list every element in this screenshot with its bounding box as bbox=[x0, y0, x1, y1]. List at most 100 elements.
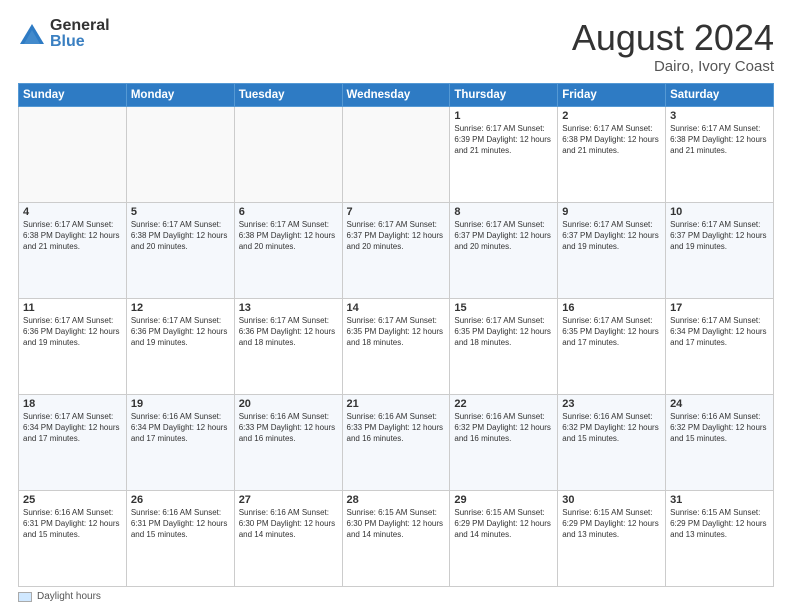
calendar-week-row: 4Sunrise: 6:17 AM Sunset: 6:38 PM Daylig… bbox=[19, 202, 774, 298]
day-number: 31 bbox=[670, 494, 769, 506]
calendar-table: SundayMondayTuesdayWednesdayThursdayFrid… bbox=[18, 83, 774, 587]
day-info: Sunrise: 6:17 AM Sunset: 6:37 PM Dayligh… bbox=[670, 219, 769, 253]
day-number: 13 bbox=[239, 302, 338, 314]
calendar-day-header: Wednesday bbox=[342, 83, 450, 106]
day-number: 15 bbox=[454, 302, 553, 314]
day-number: 30 bbox=[562, 494, 661, 506]
day-number: 18 bbox=[23, 398, 122, 410]
calendar-cell: 26Sunrise: 6:16 AM Sunset: 6:31 PM Dayli… bbox=[126, 490, 234, 586]
calendar-cell: 27Sunrise: 6:16 AM Sunset: 6:30 PM Dayli… bbox=[234, 490, 342, 586]
day-number: 28 bbox=[347, 494, 446, 506]
calendar-cell: 29Sunrise: 6:15 AM Sunset: 6:29 PM Dayli… bbox=[450, 490, 558, 586]
day-info: Sunrise: 6:17 AM Sunset: 6:35 PM Dayligh… bbox=[562, 315, 661, 349]
calendar-cell: 3Sunrise: 6:17 AM Sunset: 6:38 PM Daylig… bbox=[666, 106, 774, 202]
day-info: Sunrise: 6:17 AM Sunset: 6:36 PM Dayligh… bbox=[23, 315, 122, 349]
day-number: 9 bbox=[562, 206, 661, 218]
calendar-cell: 31Sunrise: 6:15 AM Sunset: 6:29 PM Dayli… bbox=[666, 490, 774, 586]
calendar-day-header: Friday bbox=[558, 83, 666, 106]
day-number: 23 bbox=[562, 398, 661, 410]
calendar-day-header: Thursday bbox=[450, 83, 558, 106]
day-info: Sunrise: 6:15 AM Sunset: 6:29 PM Dayligh… bbox=[562, 507, 661, 541]
calendar-cell: 8Sunrise: 6:17 AM Sunset: 6:37 PM Daylig… bbox=[450, 202, 558, 298]
header: General Blue August 2024 Dairo, Ivory Co… bbox=[18, 18, 774, 75]
day-number: 16 bbox=[562, 302, 661, 314]
day-number: 5 bbox=[131, 206, 230, 218]
day-info: Sunrise: 6:17 AM Sunset: 6:38 PM Dayligh… bbox=[670, 123, 769, 157]
day-info: Sunrise: 6:16 AM Sunset: 6:31 PM Dayligh… bbox=[23, 507, 122, 541]
day-number: 14 bbox=[347, 302, 446, 314]
calendar-cell: 21Sunrise: 6:16 AM Sunset: 6:33 PM Dayli… bbox=[342, 394, 450, 490]
day-info: Sunrise: 6:16 AM Sunset: 6:32 PM Dayligh… bbox=[670, 411, 769, 445]
calendar-week-row: 25Sunrise: 6:16 AM Sunset: 6:31 PM Dayli… bbox=[19, 490, 774, 586]
calendar-week-row: 18Sunrise: 6:17 AM Sunset: 6:34 PM Dayli… bbox=[19, 394, 774, 490]
calendar-day-header: Tuesday bbox=[234, 83, 342, 106]
day-number: 26 bbox=[131, 494, 230, 506]
calendar-day-header: Sunday bbox=[19, 83, 127, 106]
calendar-cell: 7Sunrise: 6:17 AM Sunset: 6:37 PM Daylig… bbox=[342, 202, 450, 298]
logo-blue: Blue bbox=[50, 34, 110, 50]
day-number: 24 bbox=[670, 398, 769, 410]
footer: Daylight hours bbox=[18, 591, 774, 602]
day-info: Sunrise: 6:17 AM Sunset: 6:36 PM Dayligh… bbox=[131, 315, 230, 349]
calendar-cell: 28Sunrise: 6:15 AM Sunset: 6:30 PM Dayli… bbox=[342, 490, 450, 586]
day-number: 8 bbox=[454, 206, 553, 218]
calendar-week-row: 1Sunrise: 6:17 AM Sunset: 6:39 PM Daylig… bbox=[19, 106, 774, 202]
calendar-cell: 25Sunrise: 6:16 AM Sunset: 6:31 PM Dayli… bbox=[19, 490, 127, 586]
logo-text: General Blue bbox=[50, 18, 110, 50]
calendar-cell: 30Sunrise: 6:15 AM Sunset: 6:29 PM Dayli… bbox=[558, 490, 666, 586]
calendar-cell: 19Sunrise: 6:16 AM Sunset: 6:34 PM Dayli… bbox=[126, 394, 234, 490]
logo-general: General bbox=[50, 18, 110, 34]
day-number: 10 bbox=[670, 206, 769, 218]
day-info: Sunrise: 6:16 AM Sunset: 6:32 PM Dayligh… bbox=[454, 411, 553, 445]
day-info: Sunrise: 6:17 AM Sunset: 6:36 PM Dayligh… bbox=[239, 315, 338, 349]
calendar-cell: 16Sunrise: 6:17 AM Sunset: 6:35 PM Dayli… bbox=[558, 298, 666, 394]
calendar-cell: 11Sunrise: 6:17 AM Sunset: 6:36 PM Dayli… bbox=[19, 298, 127, 394]
calendar-cell: 6Sunrise: 6:17 AM Sunset: 6:38 PM Daylig… bbox=[234, 202, 342, 298]
calendar-cell: 9Sunrise: 6:17 AM Sunset: 6:37 PM Daylig… bbox=[558, 202, 666, 298]
calendar-cell bbox=[19, 106, 127, 202]
day-info: Sunrise: 6:17 AM Sunset: 6:39 PM Dayligh… bbox=[454, 123, 553, 157]
day-info: Sunrise: 6:16 AM Sunset: 6:34 PM Dayligh… bbox=[131, 411, 230, 445]
day-info: Sunrise: 6:17 AM Sunset: 6:35 PM Dayligh… bbox=[454, 315, 553, 349]
day-info: Sunrise: 6:16 AM Sunset: 6:32 PM Dayligh… bbox=[562, 411, 661, 445]
calendar-cell: 4Sunrise: 6:17 AM Sunset: 6:38 PM Daylig… bbox=[19, 202, 127, 298]
calendar-cell bbox=[234, 106, 342, 202]
daylight-legend-box bbox=[18, 592, 32, 602]
day-number: 29 bbox=[454, 494, 553, 506]
calendar-day-header: Monday bbox=[126, 83, 234, 106]
month-year: August 2024 bbox=[572, 18, 774, 58]
calendar-cell: 14Sunrise: 6:17 AM Sunset: 6:35 PM Dayli… bbox=[342, 298, 450, 394]
day-number: 6 bbox=[239, 206, 338, 218]
calendar-cell: 22Sunrise: 6:16 AM Sunset: 6:32 PM Dayli… bbox=[450, 394, 558, 490]
calendar-cell: 10Sunrise: 6:17 AM Sunset: 6:37 PM Dayli… bbox=[666, 202, 774, 298]
logo: General Blue bbox=[18, 18, 110, 50]
day-info: Sunrise: 6:16 AM Sunset: 6:30 PM Dayligh… bbox=[239, 507, 338, 541]
day-number: 21 bbox=[347, 398, 446, 410]
calendar-cell bbox=[126, 106, 234, 202]
day-number: 12 bbox=[131, 302, 230, 314]
day-info: Sunrise: 6:16 AM Sunset: 6:33 PM Dayligh… bbox=[347, 411, 446, 445]
day-number: 27 bbox=[239, 494, 338, 506]
day-info: Sunrise: 6:15 AM Sunset: 6:29 PM Dayligh… bbox=[670, 507, 769, 541]
daylight-label: Daylight hours bbox=[37, 591, 101, 602]
day-number: 4 bbox=[23, 206, 122, 218]
day-number: 19 bbox=[131, 398, 230, 410]
calendar-cell: 17Sunrise: 6:17 AM Sunset: 6:34 PM Dayli… bbox=[666, 298, 774, 394]
day-info: Sunrise: 6:16 AM Sunset: 6:31 PM Dayligh… bbox=[131, 507, 230, 541]
day-number: 20 bbox=[239, 398, 338, 410]
day-info: Sunrise: 6:17 AM Sunset: 6:37 PM Dayligh… bbox=[347, 219, 446, 253]
calendar-header-row: SundayMondayTuesdayWednesdayThursdayFrid… bbox=[19, 83, 774, 106]
day-info: Sunrise: 6:15 AM Sunset: 6:30 PM Dayligh… bbox=[347, 507, 446, 541]
calendar-cell: 15Sunrise: 6:17 AM Sunset: 6:35 PM Dayli… bbox=[450, 298, 558, 394]
day-info: Sunrise: 6:17 AM Sunset: 6:38 PM Dayligh… bbox=[131, 219, 230, 253]
calendar-cell: 1Sunrise: 6:17 AM Sunset: 6:39 PM Daylig… bbox=[450, 106, 558, 202]
calendar-cell: 18Sunrise: 6:17 AM Sunset: 6:34 PM Dayli… bbox=[19, 394, 127, 490]
title-section: August 2024 Dairo, Ivory Coast bbox=[572, 18, 774, 75]
calendar-week-row: 11Sunrise: 6:17 AM Sunset: 6:36 PM Dayli… bbox=[19, 298, 774, 394]
day-info: Sunrise: 6:17 AM Sunset: 6:38 PM Dayligh… bbox=[23, 219, 122, 253]
calendar-cell: 23Sunrise: 6:16 AM Sunset: 6:32 PM Dayli… bbox=[558, 394, 666, 490]
day-number: 1 bbox=[454, 110, 553, 122]
calendar-cell: 13Sunrise: 6:17 AM Sunset: 6:36 PM Dayli… bbox=[234, 298, 342, 394]
page: General Blue August 2024 Dairo, Ivory Co… bbox=[0, 0, 792, 612]
calendar-cell: 5Sunrise: 6:17 AM Sunset: 6:38 PM Daylig… bbox=[126, 202, 234, 298]
